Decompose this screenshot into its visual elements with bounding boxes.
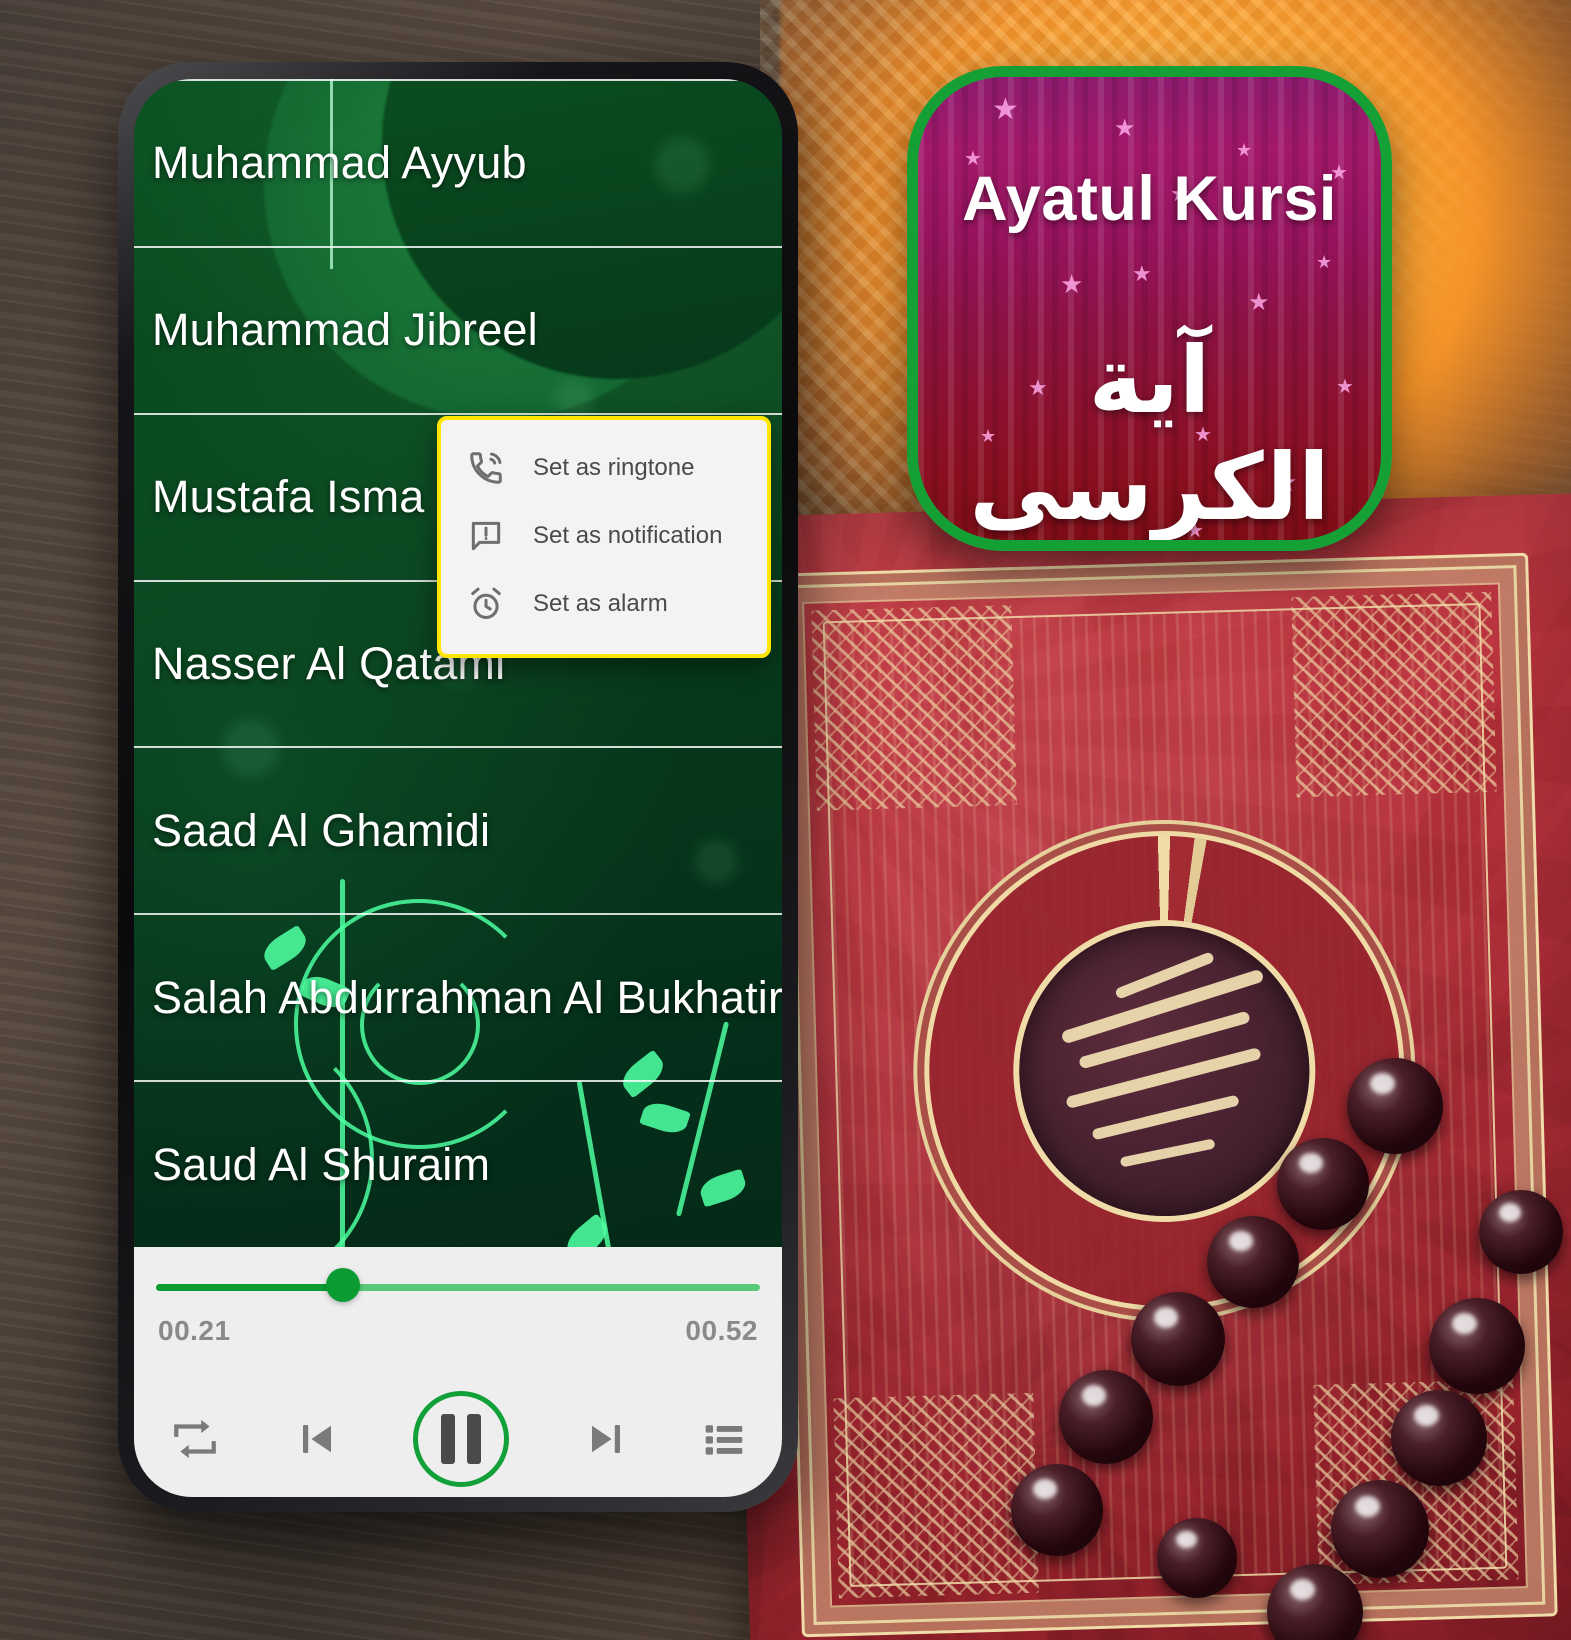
star-decoration: ★ (1114, 115, 1136, 142)
menu-item-label: Set as notification (533, 522, 723, 549)
ringtone-icon (463, 445, 509, 491)
reciter-rows: Muhammad Ayyub Muhammad Jibreel Mustafa … (134, 79, 782, 1247)
previous-button[interactable] (293, 1415, 341, 1463)
menu-item-set-as-ringtone[interactable]: Set as ringtone (441, 434, 767, 502)
total-time: 00.52 (685, 1315, 758, 1346)
seek-fill (156, 1284, 344, 1291)
notification-icon (463, 513, 509, 559)
reciter-name: Salah Abdurrahman Al Bukhatir (152, 971, 782, 1023)
star-decoration: ★ (992, 93, 1019, 126)
reciter-name: Mustafa Isma (152, 471, 425, 523)
seek-bar[interactable] (156, 1268, 760, 1302)
repeat-button[interactable] (170, 1414, 220, 1464)
list-item[interactable]: Muhammad Jibreel (134, 248, 782, 415)
book-corner-ornament (1291, 591, 1497, 798)
book-corner-ornament (833, 1392, 1039, 1599)
alarm-icon (463, 581, 509, 627)
current-time: 00.21 (158, 1315, 231, 1346)
app-icon-badge: ★ ★ ★ ★ ★ ★ ★ ★ ★ ★ ★ ★ ★ ★ ★ ★ ★ Ayatul… (907, 66, 1392, 551)
menu-item-label: Set as ringtone (533, 454, 695, 481)
player-controls (156, 1347, 760, 1497)
list-item[interactable]: Salah Abdurrahman Al Bukhatir (134, 915, 782, 1083)
app-title-arabic: آية الكرسى (969, 327, 1330, 541)
app-title: Ayatul Kursi (962, 164, 1337, 234)
star-decoration: ★ (1316, 252, 1333, 272)
promo-screenshot: ★ ★ ★ ★ ★ ★ ★ ★ ★ ★ ★ ★ ★ ★ ★ ★ ★ Ayatul… (0, 0, 1571, 1640)
menu-item-set-as-notification[interactable]: Set as notification (441, 502, 767, 570)
book-corner-ornament (811, 605, 1017, 811)
time-labels: 00.21 00.52 (156, 1299, 760, 1347)
playlist-button[interactable] (702, 1417, 746, 1461)
phone-screen: Muhammad Ayyub Muhammad Jibreel Mustafa … (134, 79, 782, 1497)
reciter-name: Saud Al Shuraim (152, 1138, 491, 1190)
reciter-name: Muhammad Jibreel (152, 304, 538, 356)
list-item[interactable]: Saud Al Shuraim (134, 1082, 782, 1247)
pause-icon (467, 1414, 481, 1464)
star-decoration: ★ (1236, 140, 1253, 160)
reciter-name: Muhammad Ayyub (152, 137, 527, 189)
play-pause-button[interactable] (413, 1391, 509, 1487)
reciter-list-area: Muhammad Ayyub Muhammad Jibreel Mustafa … (134, 79, 782, 1247)
menu-item-set-as-alarm[interactable]: Set as alarm (441, 570, 767, 638)
list-item[interactable]: Saad Al Ghamidi (134, 748, 782, 916)
star-decoration: ★ (1132, 261, 1152, 286)
phone-mockup: Muhammad Ayyub Muhammad Jibreel Mustafa … (118, 62, 798, 1512)
menu-item-label: Set as alarm (533, 590, 668, 617)
list-item[interactable]: Muhammad Ayyub (134, 79, 782, 248)
audio-player-panel: 00.21 00.52 (134, 1247, 782, 1497)
reciter-name: Saad Al Ghamidi (152, 804, 491, 856)
context-menu: Set as ringtone Set as notification Set … (437, 416, 771, 658)
next-button[interactable] (582, 1415, 630, 1463)
star-decoration: ★ (1248, 289, 1270, 316)
star-decoration: ★ (1060, 269, 1084, 299)
prayer-beads (1011, 1040, 1571, 1640)
pause-icon (441, 1414, 455, 1464)
seek-thumb[interactable] (326, 1268, 361, 1302)
